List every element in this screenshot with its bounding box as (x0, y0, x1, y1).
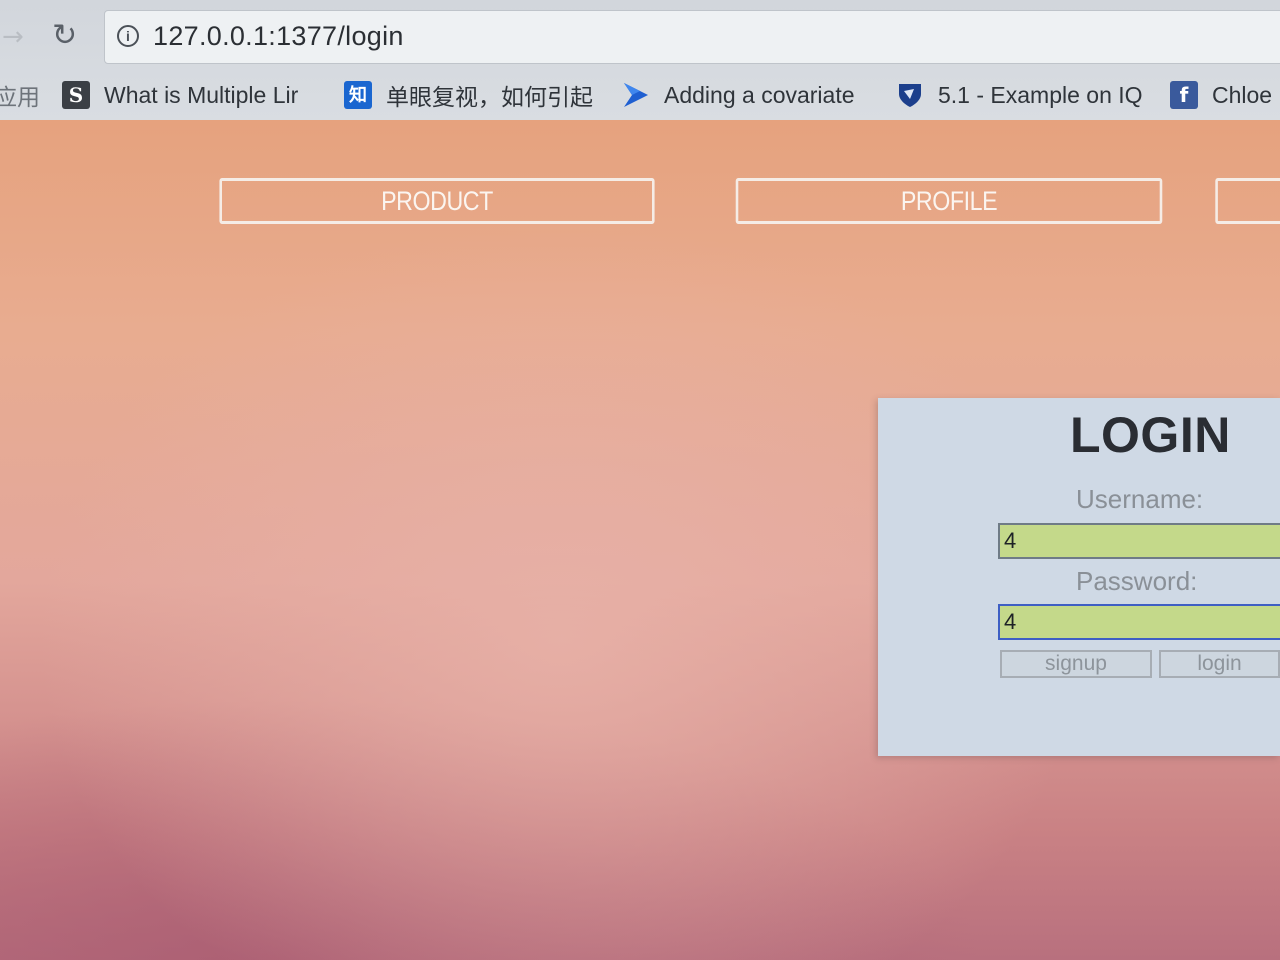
bookmark-multiple-linear[interactable]: S What is Multiple Lir (62, 78, 314, 112)
username-input[interactable] (998, 523, 1280, 559)
nav-product-label: PRODUCT (381, 185, 493, 216)
signup-button[interactable]: signup (1000, 650, 1152, 678)
bookmark-label: Chloe (1212, 81, 1273, 108)
nav-profile-button[interactable]: PROFILE (735, 178, 1163, 224)
bookmark-label: 5.1 - Example on IQ (938, 81, 1143, 108)
bookmark-label: What is Multiple Lir (104, 81, 299, 108)
login-panel: LOGIN Username: Password: signup login (878, 398, 1280, 756)
bookmark-label: 应用 (0, 84, 40, 110)
bookmarks-bar: 应用 S What is Multiple Lir 知 单眼复视，如何引起 Ad… (0, 72, 1280, 118)
arrow-logo-icon (622, 81, 650, 109)
bookmark-chloe[interactable]: f Chloe (1170, 78, 1272, 112)
reload-icon[interactable]: ↻ (52, 18, 77, 53)
login-button-label: login (1197, 652, 1242, 675)
nav-third-button[interactable] (1215, 178, 1280, 224)
bookmark-label: Adding a covariate (664, 81, 855, 108)
zhihu-icon: 知 (344, 81, 372, 109)
signup-label: signup (1045, 652, 1107, 675)
shield-logo-icon (896, 81, 924, 109)
url-text[interactable]: 127.0.0.1:1377/login (153, 21, 404, 52)
bookmark-example-iq[interactable]: 5.1 - Example on IQ (896, 78, 1144, 112)
nav-profile-label: PROFILE (900, 185, 998, 216)
bookmark-adding-covariate[interactable]: Adding a covariate (622, 78, 855, 112)
password-input[interactable] (998, 604, 1280, 640)
bookmark-zhihu[interactable]: 知 单眼复视，如何引起 (344, 78, 596, 112)
login-title: LOGIN (1070, 407, 1231, 463)
password-label: Password: (1076, 566, 1198, 596)
username-label: Username: (1076, 484, 1204, 514)
page-background: PRODUCT PROFILE LOGIN Username: Password… (0, 120, 1280, 960)
bookmark-apps[interactable]: 应用 (0, 78, 40, 112)
info-icon[interactable]: i (117, 25, 139, 47)
bookmark-label: 单眼复视，如何引起 (386, 84, 593, 110)
nav-product-button[interactable]: PRODUCT (219, 178, 655, 224)
login-button[interactable]: login (1159, 650, 1280, 678)
forward-arrow-icon[interactable]: → (2, 22, 24, 52)
facebook-icon: f (1170, 81, 1198, 109)
browser-chrome: → ↻ i 127.0.0.1:1377/login 应用 S What is … (0, 0, 1280, 120)
address-bar[interactable]: i 127.0.0.1:1377/login (104, 10, 1280, 64)
s-icon: S (62, 81, 90, 109)
